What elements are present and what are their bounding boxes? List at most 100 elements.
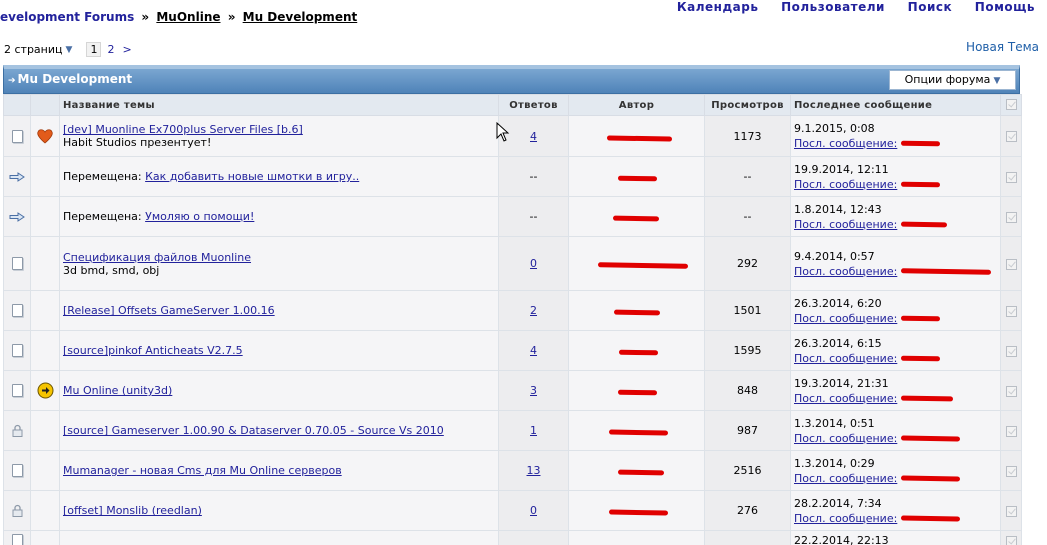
- replies-count[interactable]: 0: [530, 257, 537, 270]
- last-post-link[interactable]: Посл. сообщение:: [794, 218, 897, 231]
- header-last-post[interactable]: Последнее сообщение: [790, 94, 1001, 116]
- table-row: Mu Online (unity3d) 3 Balgas 848 19.3.20…: [3, 370, 1022, 411]
- last-post-link[interactable]: Посл. сообщение:: [794, 178, 897, 191]
- last-post-user[interactable]: BreakCore: [900, 471, 966, 486]
- arrow-circle-icon: [37, 382, 53, 399]
- new-topic-button[interactable]: Новая Тема: [966, 40, 1039, 54]
- collapse-arrow-icon[interactable]: ➔: [8, 76, 16, 86]
- forum-options-button[interactable]: Опции форума ▼: [889, 70, 1016, 90]
- row-select-checkbox[interactable]: [1005, 258, 1017, 270]
- last-post-user[interactable]: Dangen: [900, 136, 949, 151]
- row-select-checkbox[interactable]: [1005, 131, 1017, 142]
- views-count: --: [743, 170, 752, 183]
- breadcrumb-forums-link[interactable]: evelopment Forums: [0, 10, 134, 24]
- topic-author[interactable]: Valerik: [617, 466, 664, 477]
- row-select-checkbox[interactable]: [1005, 505, 1017, 517]
- row-select-checkbox[interactable]: [1005, 385, 1017, 397]
- moved-prefix: Перемещена:: [63, 170, 146, 183]
- page-link-2[interactable]: 2: [107, 43, 114, 56]
- last-post-user[interactable]: Simple: [900, 177, 943, 192]
- last-post-link[interactable]: Посл. сообщение:: [794, 265, 897, 278]
- topic-icon-cell: [3, 330, 31, 371]
- nav-search-link[interactable]: Поиск: [908, 0, 952, 14]
- topic-author[interactable]: BreakCore: [608, 506, 668, 517]
- last-post-user[interactable]: mentor: [900, 351, 946, 366]
- last-post-date: 1.3.2014, 0:29: [794, 456, 875, 470]
- topic-author[interactable]: Balgas: [617, 386, 657, 397]
- header-author[interactable]: Автор: [568, 94, 705, 116]
- topic-title-cell: Перемещена: Умоляю о помощи!: [59, 196, 499, 237]
- topic-author[interactable]: BreakCore: [608, 426, 668, 437]
- topic-icon-cell: [3, 410, 31, 451]
- last-post-link[interactable]: Посл. сообщение:: [794, 137, 897, 150]
- author-cell: SmallHabit: [568, 115, 705, 157]
- topic-author[interactable]: DiSound: [613, 306, 660, 317]
- topic-author[interactable]: zaffqq: [618, 346, 659, 357]
- topic-title-link[interactable]: [source] Gameserver 1.00.90 & Dataserver…: [63, 424, 444, 437]
- last-post-user[interactable]: mentor: [900, 311, 946, 326]
- topic-author[interactable]: [8bit]DoSNinja: [598, 259, 689, 270]
- topic-author[interactable]: MiHaLo4: [612, 212, 659, 223]
- last-post-user[interactable]: MiHaLo4: [900, 217, 955, 232]
- header-select-all[interactable]: [1000, 94, 1022, 116]
- redaction-mark: [607, 134, 673, 142]
- replies-count[interactable]: 13: [527, 464, 541, 477]
- page-count-dropdown[interactable]: 2 страниц: [4, 43, 63, 56]
- select-all-checkbox[interactable]: [1005, 99, 1017, 111]
- last-post-link[interactable]: Посл. сообщение:: [794, 392, 897, 405]
- row-select-checkbox[interactable]: [1005, 465, 1017, 477]
- redaction-mark: [598, 262, 689, 269]
- nav-help-link[interactable]: Помощь: [975, 0, 1035, 14]
- chevron-down-icon[interactable]: ▼: [66, 45, 73, 55]
- row-select-checkbox[interactable]: [1005, 535, 1017, 545]
- replies-count[interactable]: 3: [530, 384, 537, 397]
- mouse-cursor-icon: [496, 122, 510, 142]
- redaction-mark: [613, 309, 660, 316]
- replies-count[interactable]: 1: [530, 424, 537, 437]
- row-select-checkbox[interactable]: [1005, 425, 1017, 437]
- last-post-link[interactable]: Посл. сообщение:: [794, 432, 897, 445]
- topic-title-link[interactable]: [source]pinkof Anticheats V2.7.5: [63, 344, 243, 357]
- document-icon: [11, 304, 23, 318]
- header-replies[interactable]: Ответов: [498, 94, 569, 116]
- row-select-checkbox[interactable]: [1005, 305, 1017, 317]
- last-post-link[interactable]: Посл. сообщение:: [794, 352, 897, 365]
- moved-arrow-icon: [9, 172, 25, 182]
- header-views[interactable]: Просмотров: [704, 94, 791, 116]
- last-post-user[interactable]: BreakCore: [900, 431, 966, 446]
- header-title[interactable]: Название темы: [59, 94, 499, 116]
- topic-author[interactable]: SmallHabit: [607, 132, 673, 143]
- replies-count: --: [529, 170, 538, 183]
- topic-title-link[interactable]: [dev] Muonline Ex700plus Server Files [b…: [63, 123, 303, 136]
- replies-count[interactable]: 4: [530, 344, 537, 357]
- topic-title-link[interactable]: Как добавить новые шмотки в игру..: [145, 170, 359, 183]
- last-post-user[interactable]: [8bit]DoSNinja: [900, 264, 992, 279]
- row-select-checkbox[interactable]: [1005, 211, 1017, 223]
- nav-users-link[interactable]: Пользователи: [781, 0, 885, 14]
- page-next-link[interactable]: >: [122, 43, 131, 56]
- last-post-link[interactable]: Посл. сообщение:: [794, 312, 897, 325]
- last-post-cell: 19.9.2014, 12:11 Посл. сообщение: Simple: [790, 156, 1001, 197]
- row-select-checkbox[interactable]: [1005, 171, 1017, 183]
- last-post-link[interactable]: Посл. сообщение:: [794, 512, 897, 525]
- topic-title-link[interactable]: [offset] Monslib (reedlan): [63, 504, 202, 517]
- last-post-link[interactable]: Посл. сообщение:: [794, 472, 897, 485]
- last-post-user[interactable]: doukalis: [900, 391, 953, 406]
- last-post-user[interactable]: BreakCore: [900, 511, 966, 526]
- row-select-checkbox[interactable]: [1005, 345, 1017, 357]
- topic-title-link[interactable]: [Release] Offsets GameServer 1.00.16: [63, 304, 275, 317]
- breadcrumb-current[interactable]: Mu Development: [243, 10, 358, 24]
- topic-title-link[interactable]: Mumanager - новая Cms для Mu Online серв…: [63, 464, 342, 477]
- topic-title-link[interactable]: Спецификация файлов Muonline: [63, 251, 251, 264]
- moved-arrow-icon: [9, 212, 25, 222]
- topic-author[interactable]: simple: [617, 172, 658, 183]
- replies-count[interactable]: 0: [530, 504, 537, 517]
- last-post-date: 9.4.2014, 0:57: [794, 249, 875, 263]
- table-row: 22.2.2014, 22:13: [3, 530, 1022, 545]
- topic-title-link[interactable]: Умоляю о помощи!: [145, 210, 254, 223]
- nav-calendar-link[interactable]: Календарь: [677, 0, 759, 14]
- topic-title-link[interactable]: Mu Online (unity3d): [63, 384, 172, 397]
- replies-count[interactable]: 2: [530, 304, 537, 317]
- replies-count[interactable]: 4: [530, 130, 537, 143]
- breadcrumb-muonline-link[interactable]: MuOnline: [156, 10, 220, 24]
